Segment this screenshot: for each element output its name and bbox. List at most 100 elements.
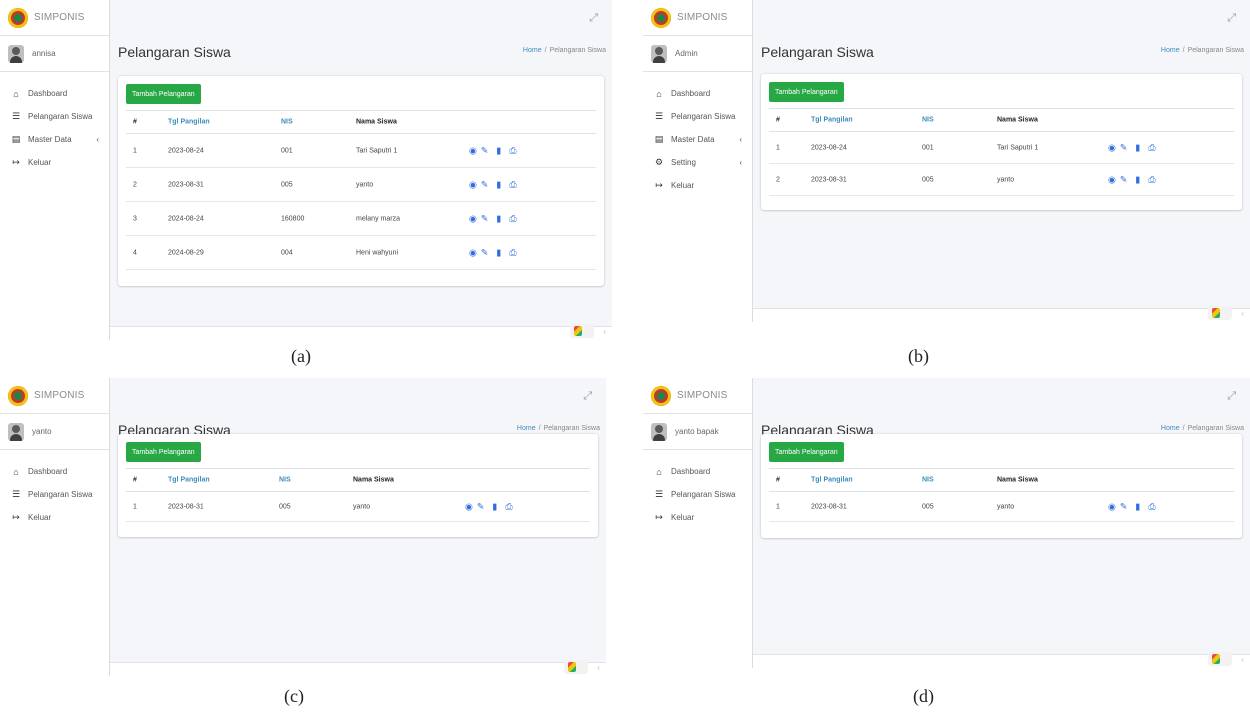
breadcrumb: Home / Pelangaran Siswa (523, 47, 606, 54)
column-header[interactable]: NIS (281, 119, 293, 126)
delete-icon[interactable]: ▮ (1135, 142, 1140, 153)
view-icon[interactable]: ◉ (1108, 142, 1116, 153)
column-header[interactable]: Tgl Pangilan (168, 119, 210, 126)
edit-icon[interactable]: ✎ (481, 145, 489, 156)
delete-icon[interactable]: ▮ (496, 247, 501, 258)
breadcrumb-home[interactable]: Home (517, 425, 536, 432)
user-panel[interactable]: yanto (0, 414, 109, 450)
table-header: # Tgl Pangilan NIS Nama Siswa (126, 110, 596, 134)
brand[interactable]: SIMPONIS (0, 378, 109, 414)
fullscreen-icon[interactable]: ⤢ (1227, 12, 1236, 25)
user-panel[interactable]: annisa (0, 36, 109, 72)
sidebar-item-keluar[interactable]: ↦ Keluar (643, 174, 752, 197)
chevron-left-icon[interactable]: ‹ (1241, 309, 1244, 318)
column-header[interactable]: NIS (922, 117, 934, 124)
avatar (8, 44, 24, 63)
row-actions: ◉ ✎ ▮ ⎙ (469, 145, 517, 156)
column-header[interactable]: NIS (922, 477, 934, 484)
edit-icon[interactable]: ✎ (481, 247, 489, 258)
list-icon: ☰ (654, 111, 664, 121)
print-icon[interactable]: ⎙ (509, 247, 516, 258)
row-nis: 005 (281, 181, 293, 188)
sidebar-item-pelangaran-siswa[interactable]: ☰ Pelangaran Siswa (0, 105, 109, 128)
sidebar-item-pelangaran-siswa[interactable]: ☰ Pelangaran Siswa (643, 483, 752, 506)
sidebar-item-dashboard[interactable]: ⌂ Dashboard (0, 82, 109, 105)
sidebar-item-pelangaran-siswa[interactable]: ☰ Pelangaran Siswa (0, 483, 109, 506)
column-header[interactable]: Tgl Pangilan (811, 117, 853, 124)
sidebar-item-dashboard[interactable]: ⌂ Dashboard (643, 82, 752, 105)
edit-icon[interactable]: ✎ (1120, 142, 1128, 153)
edit-icon[interactable]: ✎ (1120, 501, 1128, 512)
sidebar-item-keluar[interactable]: ↦ Keluar (0, 151, 109, 174)
view-icon[interactable]: ◉ (469, 145, 477, 156)
fullscreen-icon[interactable]: ⤢ (583, 390, 592, 403)
edit-icon[interactable]: ✎ (481, 179, 489, 190)
edit-icon[interactable]: ✎ (481, 213, 489, 224)
edit-icon[interactable]: ✎ (1120, 174, 1128, 185)
row-name: yanto (997, 503, 1015, 510)
print-icon[interactable]: ⎙ (1148, 501, 1155, 512)
column-header[interactable]: NIS (279, 477, 291, 484)
user-name: yanto bapak (675, 427, 719, 436)
breadcrumb-home[interactable]: Home (1161, 425, 1180, 432)
brand[interactable]: SIMPONIS (643, 378, 752, 414)
list-icon: ☰ (11, 111, 21, 121)
sidebar-item-master-data[interactable]: ▤ Master Data ‹ (0, 128, 109, 151)
brand[interactable]: SIMPONIS (643, 0, 752, 36)
sidebar-menu: ⌂ Dashboard ☰ Pelangaran Siswa ↦ Keluar (643, 450, 752, 529)
user-panel[interactable]: Admin (643, 36, 752, 72)
sidebar-item-keluar[interactable]: ↦ Keluar (0, 506, 109, 529)
breadcrumb-current: Pelangaran Siswa (1187, 47, 1244, 54)
view-icon[interactable]: ◉ (1108, 174, 1116, 185)
sidebar-item-dashboard[interactable]: ⌂ Dashboard (643, 460, 752, 483)
sidebar-item-setting[interactable]: ⚙ Setting ‹ (643, 151, 752, 174)
print-icon[interactable]: ⎙ (509, 179, 516, 190)
print-icon[interactable]: ⎙ (505, 501, 512, 512)
view-icon[interactable]: ◉ (1108, 501, 1116, 512)
column-header[interactable]: Tgl Pangilan (811, 477, 853, 484)
row-nis: 005 (922, 176, 934, 183)
row-nis: 001 (281, 147, 293, 154)
sidebar-item-label: Pelangaran Siswa (28, 112, 93, 121)
delete-icon[interactable]: ▮ (496, 179, 501, 190)
chevron-left-icon[interactable]: ‹ (1241, 655, 1244, 664)
sidebar-item-keluar[interactable]: ↦ Keluar (643, 506, 752, 529)
print-icon[interactable]: ⎙ (509, 213, 516, 224)
add-violation-button[interactable]: Tambah Pelangaran (126, 442, 201, 462)
brand[interactable]: SIMPONIS (0, 0, 109, 36)
view-icon[interactable]: ◉ (469, 247, 477, 258)
delete-icon[interactable]: ▮ (492, 501, 497, 512)
row-number: 2 (133, 181, 137, 188)
add-violation-button[interactable]: Tambah Pelangaran (769, 82, 844, 102)
breadcrumb-current: Pelangaran Siswa (549, 47, 606, 54)
print-icon[interactable]: ⎙ (1148, 174, 1155, 185)
sidebar-item-dashboard[interactable]: ⌂ Dashboard (0, 460, 109, 483)
chevron-left-icon[interactable]: ‹ (597, 663, 600, 672)
add-violation-button[interactable]: Tambah Pelangaran (126, 84, 201, 104)
chevron-left-icon[interactable]: ‹ (603, 327, 606, 336)
print-icon[interactable]: ⎙ (509, 145, 516, 156)
delete-icon[interactable]: ▮ (1135, 174, 1140, 185)
view-icon[interactable]: ◉ (469, 179, 477, 190)
edit-icon[interactable]: ✎ (477, 501, 485, 512)
delete-icon[interactable]: ▮ (496, 145, 501, 156)
user-panel[interactable]: yanto bapak (643, 414, 752, 450)
column-header[interactable]: Tgl Pangilan (168, 477, 210, 484)
figure-grid: SIMPONIS annisa ⌂ Dashboard ☰ Pelangaran Sisw… (0, 0, 1250, 712)
view-icon[interactable]: ◉ (465, 501, 473, 512)
logo-icon (8, 385, 28, 406)
add-violation-button[interactable]: Tambah Pelangaran (769, 442, 844, 462)
fullscreen-icon[interactable]: ⤢ (589, 12, 598, 25)
breadcrumb-home[interactable]: Home (523, 47, 542, 54)
delete-icon[interactable]: ▮ (1135, 501, 1140, 512)
print-icon[interactable]: ⎙ (1148, 142, 1155, 153)
sidebar-item-pelangaran-siswa[interactable]: ☰ Pelangaran Siswa (643, 105, 752, 128)
breadcrumb-home[interactable]: Home (1161, 47, 1180, 54)
view-icon[interactable]: ◉ (469, 213, 477, 224)
app-badge-icon (1208, 306, 1232, 320)
logout-icon: ↦ (655, 512, 663, 522)
sidebar-item-master-data[interactable]: ▤ Master Data ‹ (643, 128, 752, 151)
fullscreen-icon[interactable]: ⤢ (1227, 390, 1236, 403)
delete-icon[interactable]: ▮ (496, 213, 501, 224)
table-header: # Tgl Pangilan NIS Nama Siswa (126, 468, 590, 492)
